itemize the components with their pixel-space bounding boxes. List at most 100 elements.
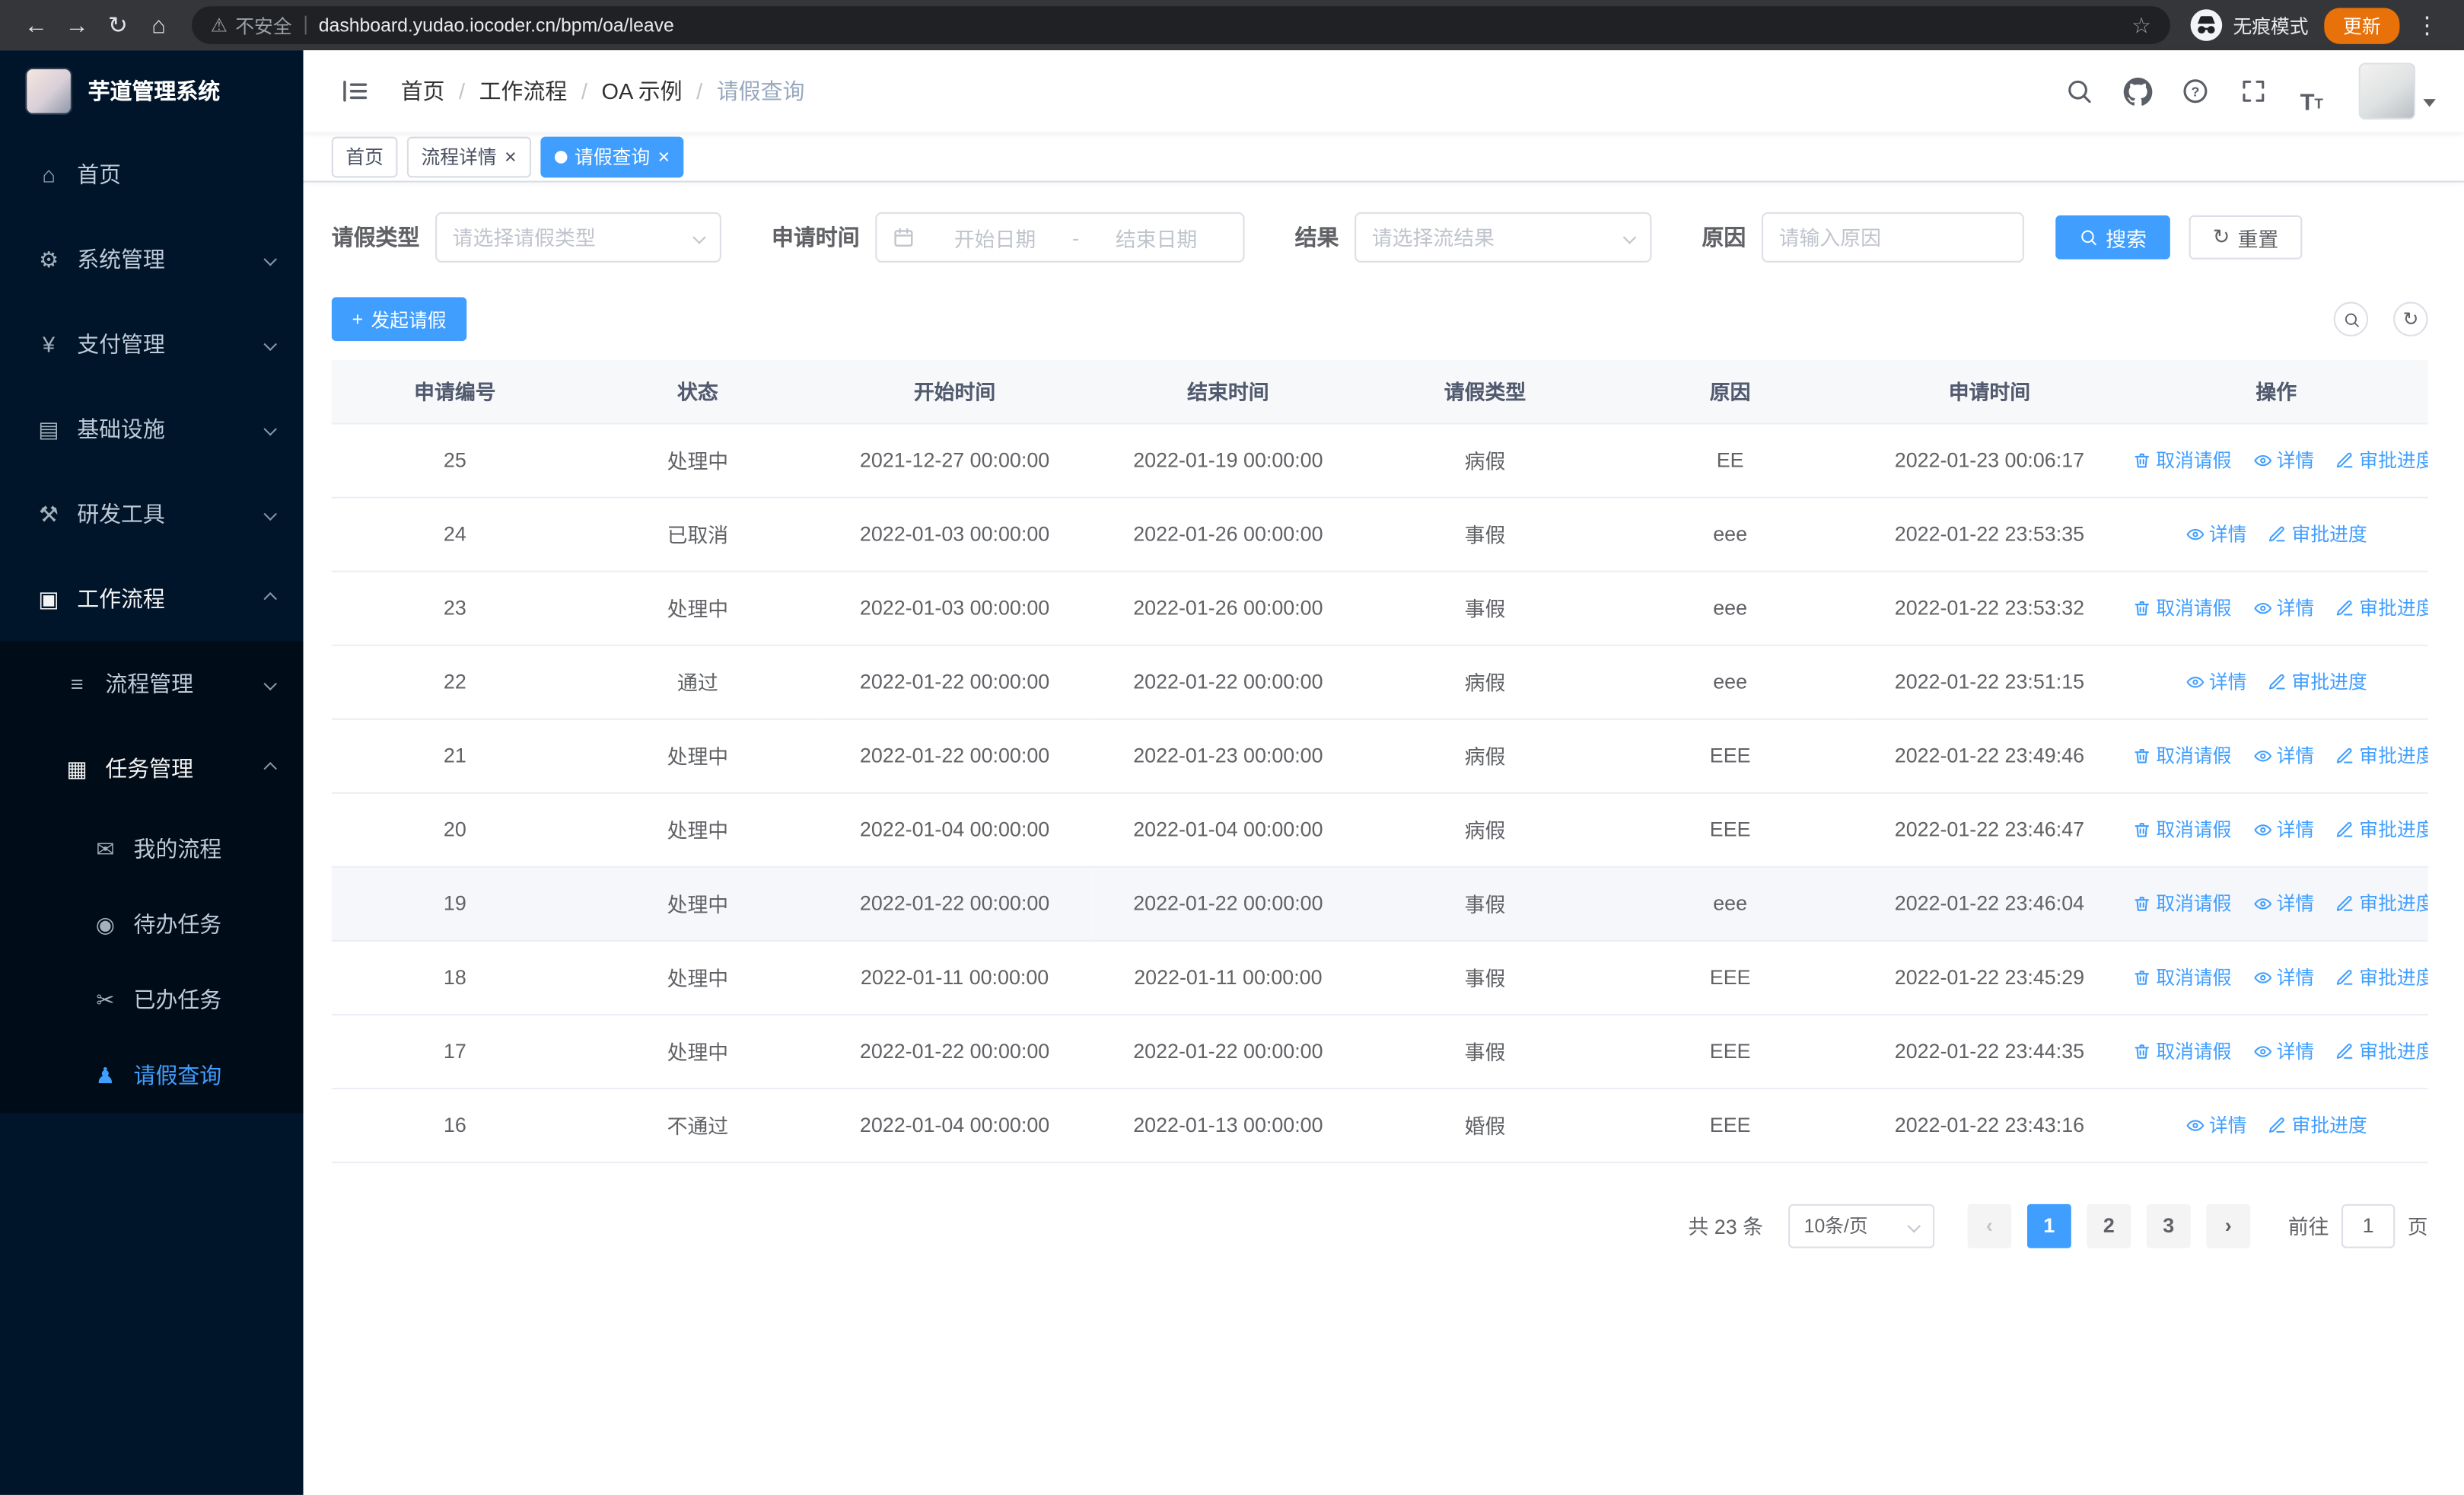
reset-button[interactable]: ↻ 重置 [2189, 215, 2303, 260]
github-icon [2122, 76, 2152, 105]
sidebar-item-devtools[interactable]: ⚒ 研发工具 [0, 472, 304, 557]
progress-link[interactable]: 审批进度 [2335, 816, 2428, 843]
page-button-1[interactable]: 1 [2026, 1203, 2071, 1248]
cell-apply-id: 16 [331, 1088, 578, 1163]
refresh-table-button[interactable]: ↻ [2393, 301, 2428, 336]
search-button[interactable] [2055, 68, 2103, 115]
sidebar-item-leave-query[interactable]: ♟ 请假查询 [0, 1038, 304, 1113]
github-button[interactable] [2114, 68, 2161, 115]
user-menu[interactable] [2358, 62, 2436, 120]
browser-home-button[interactable]: ⌂ [138, 5, 180, 46]
progress-link[interactable]: 审批进度 [2268, 1111, 2367, 1138]
progress-link[interactable]: 审批进度 [2335, 1038, 2428, 1064]
page-size-select[interactable]: 10条/页 [1788, 1203, 1935, 1248]
plus-icon: + [352, 308, 364, 330]
font-size-button[interactable]: TT [2288, 68, 2335, 115]
browser-menu-button[interactable]: ⋮ [2406, 11, 2449, 40]
sidebar-item-my-process[interactable]: ✉ 我的流程 [0, 811, 304, 887]
breadcrumb-workflow[interactable]: 工作流程 [479, 75, 568, 107]
detail-link[interactable]: 详情 [2185, 521, 2246, 547]
top-navbar: 首页 / 工作流程 / OA 示例 / 请假查询 ? T T [303, 50, 2464, 132]
sidebar-item-todo-tasks[interactable]: ◉ 待办任务 [0, 887, 304, 962]
sidebar-item-infrastructure[interactable]: ▤ 基础设施 [0, 387, 304, 472]
reason-field[interactable] [1761, 212, 2024, 263]
collapse-sidebar-button[interactable] [332, 68, 379, 115]
leave-type-label: 请假类型 [331, 225, 420, 250]
cell-end-time: 2022-01-26 00:00:00 [1092, 570, 1364, 645]
browser-forward-button[interactable]: → [56, 5, 97, 46]
progress-link[interactable]: 审批进度 [2335, 594, 2428, 621]
progress-link[interactable]: 审批进度 [2335, 890, 2428, 916]
progress-link[interactable]: 审批进度 [2335, 447, 2428, 473]
detail-link[interactable]: 详情 [2253, 816, 2314, 843]
page-button-3[interactable]: 3 [2146, 1203, 2191, 1248]
result-select[interactable] [1355, 212, 1652, 263]
browser-reload-button[interactable]: ↻ [97, 5, 138, 46]
omnibox-divider [304, 15, 307, 35]
cell-apply-time: 2022-01-22 23:51:15 [1854, 644, 2125, 719]
sidebar-item-payment[interactable]: ¥ 支付管理 [0, 301, 304, 387]
search-submit-button[interactable]: 搜索 [2055, 215, 2170, 260]
browser-back-button[interactable]: ← [16, 5, 57, 46]
detail-link[interactable]: 详情 [2253, 890, 2314, 916]
cell-actions: 取消请假 详情 审批进度 [2125, 422, 2428, 498]
detail-link[interactable]: 详情 [2253, 742, 2314, 769]
detail-link[interactable]: 详情 [2253, 1038, 2314, 1064]
sidebar-item-system[interactable]: ⚙ 系统管理 [0, 217, 304, 302]
progress-link[interactable]: 审批进度 [2335, 742, 2428, 769]
fullscreen-button[interactable] [2230, 68, 2277, 115]
col-status: 状态 [578, 359, 817, 424]
page-button-2[interactable]: 2 [2087, 1203, 2131, 1248]
table-row: 22 通过 2022-01-22 00:00:00 2022-01-22 00:… [331, 644, 2428, 719]
detail-link[interactable]: 详情 [2253, 594, 2314, 621]
close-icon[interactable]: × [658, 146, 670, 167]
browser-update-button[interactable]: 更新 [2324, 7, 2400, 43]
breadcrumb-oa-example[interactable]: OA 示例 [601, 75, 682, 107]
cancel-leave-link[interactable]: 取消请假 [2132, 742, 2231, 769]
cell-start-time: 2022-01-22 00:00:00 [817, 718, 1093, 793]
create-leave-button[interactable]: + 发起请假 [331, 297, 467, 342]
address-bar[interactable]: ⚠ 不安全 dashboard.yudao.iocoder.cn/bpm/oa/… [191, 6, 2170, 44]
result-input[interactable] [1371, 225, 1625, 250]
tab-home[interactable]: 首页 [331, 135, 398, 177]
goto-page-input[interactable] [2341, 1203, 2396, 1248]
cell-apply-time: 2022-01-22 23:44:35 [1854, 1013, 2125, 1089]
help-button[interactable]: ? [2172, 68, 2219, 115]
cancel-leave-link[interactable]: 取消请假 [2132, 1038, 2231, 1064]
cell-start-time: 2022-01-03 00:00:00 [817, 496, 1093, 572]
reason-input[interactable] [1778, 225, 2007, 250]
progress-link[interactable]: 审批进度 [2268, 668, 2367, 695]
detail-link[interactable]: 详情 [2253, 447, 2314, 473]
sidebar-item-home[interactable]: ⌂ 首页 [0, 132, 304, 217]
toggle-search-button[interactable] [2333, 301, 2369, 336]
detail-link[interactable]: 详情 [2185, 668, 2246, 695]
bookmark-star-icon[interactable]: ☆ [2131, 11, 2151, 38]
cancel-leave-link[interactable]: 取消请假 [2132, 890, 2231, 916]
cancel-leave-link[interactable]: 取消请假 [2132, 447, 2231, 473]
leave-type-input[interactable] [452, 225, 695, 250]
prev-page-button[interactable]: ‹ [1967, 1203, 2012, 1248]
tab-process-detail[interactable]: 流程详情 × [406, 135, 531, 177]
detail-link[interactable]: 详情 [2185, 1111, 2246, 1138]
detail-link[interactable]: 详情 [2253, 964, 2314, 990]
cancel-leave-link[interactable]: 取消请假 [2132, 594, 2231, 621]
user-avatar[interactable] [2358, 62, 2416, 120]
breadcrumb-home[interactable]: 首页 [401, 75, 445, 107]
progress-link[interactable]: 审批进度 [2268, 521, 2367, 547]
leave-type-select[interactable] [435, 212, 721, 263]
reason-label: 原因 [1702, 225, 1746, 250]
cancel-leave-link[interactable]: 取消请假 [2132, 816, 2231, 843]
progress-link[interactable]: 审批进度 [2335, 964, 2428, 990]
question-icon: ? [2183, 79, 2208, 104]
next-page-button[interactable]: › [2206, 1203, 2251, 1248]
sidebar-item-task-management[interactable]: ▦ 任务管理 [0, 726, 304, 811]
tab-leave-query[interactable]: 请假查询 × [540, 135, 684, 177]
col-reason: 原因 [1606, 359, 1854, 424]
close-icon[interactable]: × [505, 146, 517, 167]
date-range-picker[interactable]: 开始日期 - 结束日期 [875, 212, 1245, 263]
sidebar-item-done-tasks[interactable]: ✂ 已办任务 [0, 962, 304, 1038]
sidebar-item-workflow[interactable]: ▣ 工作流程 [0, 556, 304, 642]
sidebar-item-process-management[interactable]: ≡ 流程管理 [0, 642, 304, 727]
chevron-down-icon [1622, 231, 1637, 244]
cancel-leave-link[interactable]: 取消请假 [2132, 964, 2231, 990]
